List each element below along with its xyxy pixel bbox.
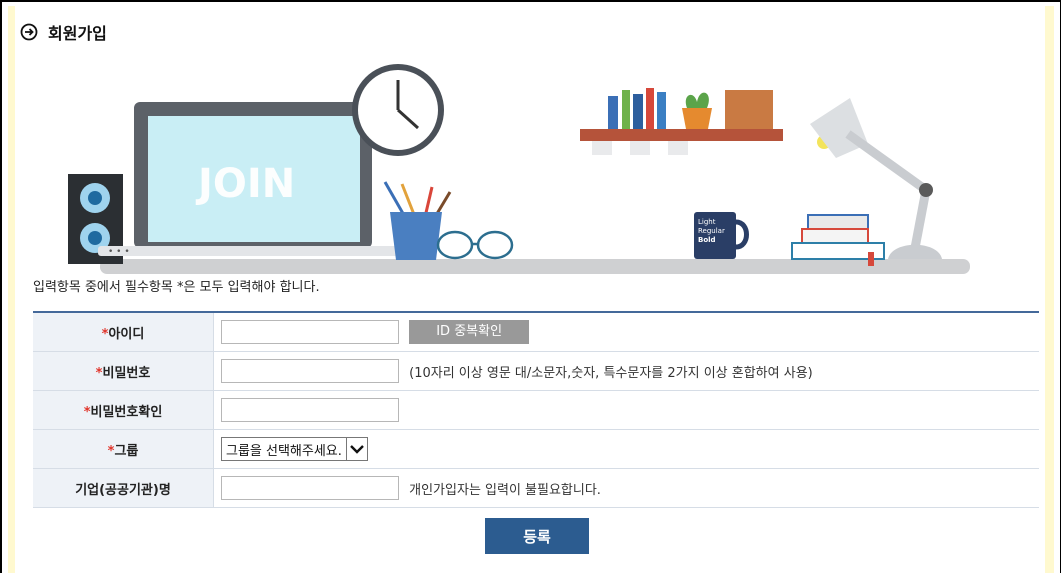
bookshelf-icon xyxy=(580,88,783,155)
password-confirm-label-text: 비밀번호확인 xyxy=(90,404,163,420)
page-header: 회원가입 xyxy=(20,18,107,46)
group-select[interactable]: 그룹을 선택해주세요. xyxy=(221,437,368,461)
password-label-text: 비밀번호 xyxy=(102,365,151,381)
password-input[interactable] xyxy=(221,359,399,383)
company-input[interactable] xyxy=(221,476,399,500)
circle-arrow-icon xyxy=(20,23,38,41)
form-row-id: *아이디 ID 중복확인 xyxy=(33,311,1039,352)
form-row-company: 기업(공공기관)명 개인가입자는 입력이 불필요합니다. xyxy=(33,468,1039,508)
mug-text-regular: Regular xyxy=(698,227,725,235)
form-row-password-confirm: *비밀번호확인 xyxy=(33,390,1039,430)
join-banner-illustration: • • • JOIN Light Regular Bold xyxy=(68,64,970,274)
signup-form-table: *아이디 ID 중복확인 *비밀번호 (10자리 이상 영문 대/소문자,숫자,… xyxy=(33,311,1039,508)
id-label-text: 아이디 xyxy=(108,326,145,342)
page-title: 회원가입 xyxy=(48,24,107,43)
join-text: JOIN xyxy=(195,161,295,207)
id-input[interactable] xyxy=(221,320,399,344)
mug-text-light: Light xyxy=(698,218,716,226)
mug-text-bold: Bold xyxy=(698,236,716,244)
group-label: *그룹 xyxy=(33,429,214,469)
mug-icon: Light Regular Bold xyxy=(694,212,749,259)
group-label-text: 그룹 xyxy=(114,443,139,459)
chevron-down-icon[interactable] xyxy=(345,438,367,460)
form-row-password: *비밀번호 (10자리 이상 영문 대/소문자,숫자, 특수문자를 2가지 이상… xyxy=(33,351,1039,391)
password-hint: (10자리 이상 영문 대/소문자,숫자, 특수문자를 2가지 이상 혼합하여 … xyxy=(409,365,813,381)
required-field-notice: 입력항목 중에서 필수항목 *은 모두 입력해야 합니다. xyxy=(33,280,320,295)
book-stack-icon xyxy=(791,214,885,266)
id-cell: ID 중복확인 xyxy=(213,311,1039,352)
password-confirm-label: *비밀번호확인 xyxy=(33,390,214,430)
required-mark: * xyxy=(83,404,91,420)
company-cell: 개인가입자는 입력이 불필요합니다. xyxy=(213,468,1039,508)
svg-text:• • •: • • • xyxy=(108,247,130,257)
password-confirm-input[interactable] xyxy=(221,398,399,422)
company-hint: 개인가입자는 입력이 불필요합니다. xyxy=(409,482,601,498)
glasses-icon xyxy=(436,230,514,260)
form-row-group: *그룹 그룹을 선택해주세요. xyxy=(33,429,1039,469)
clock-icon xyxy=(352,64,444,156)
password-confirm-cell xyxy=(213,390,1039,430)
group-select-value: 그룹을 선택해주세요. xyxy=(226,443,342,459)
id-label: *아이디 xyxy=(33,311,214,352)
group-cell: 그룹을 선택해주세요. xyxy=(213,429,1039,469)
company-label: 기업(공공기관)명 xyxy=(33,468,214,508)
desk xyxy=(100,259,970,274)
pencil-cup-icon xyxy=(383,181,452,260)
register-button[interactable]: 등록 xyxy=(485,518,589,554)
password-label: *비밀번호 xyxy=(33,351,214,391)
id-duplicate-check-button[interactable]: ID 중복확인 xyxy=(409,320,530,344)
password-cell: (10자리 이상 영문 대/소문자,숫자, 특수문자를 2가지 이상 혼합하여 … xyxy=(213,351,1039,391)
